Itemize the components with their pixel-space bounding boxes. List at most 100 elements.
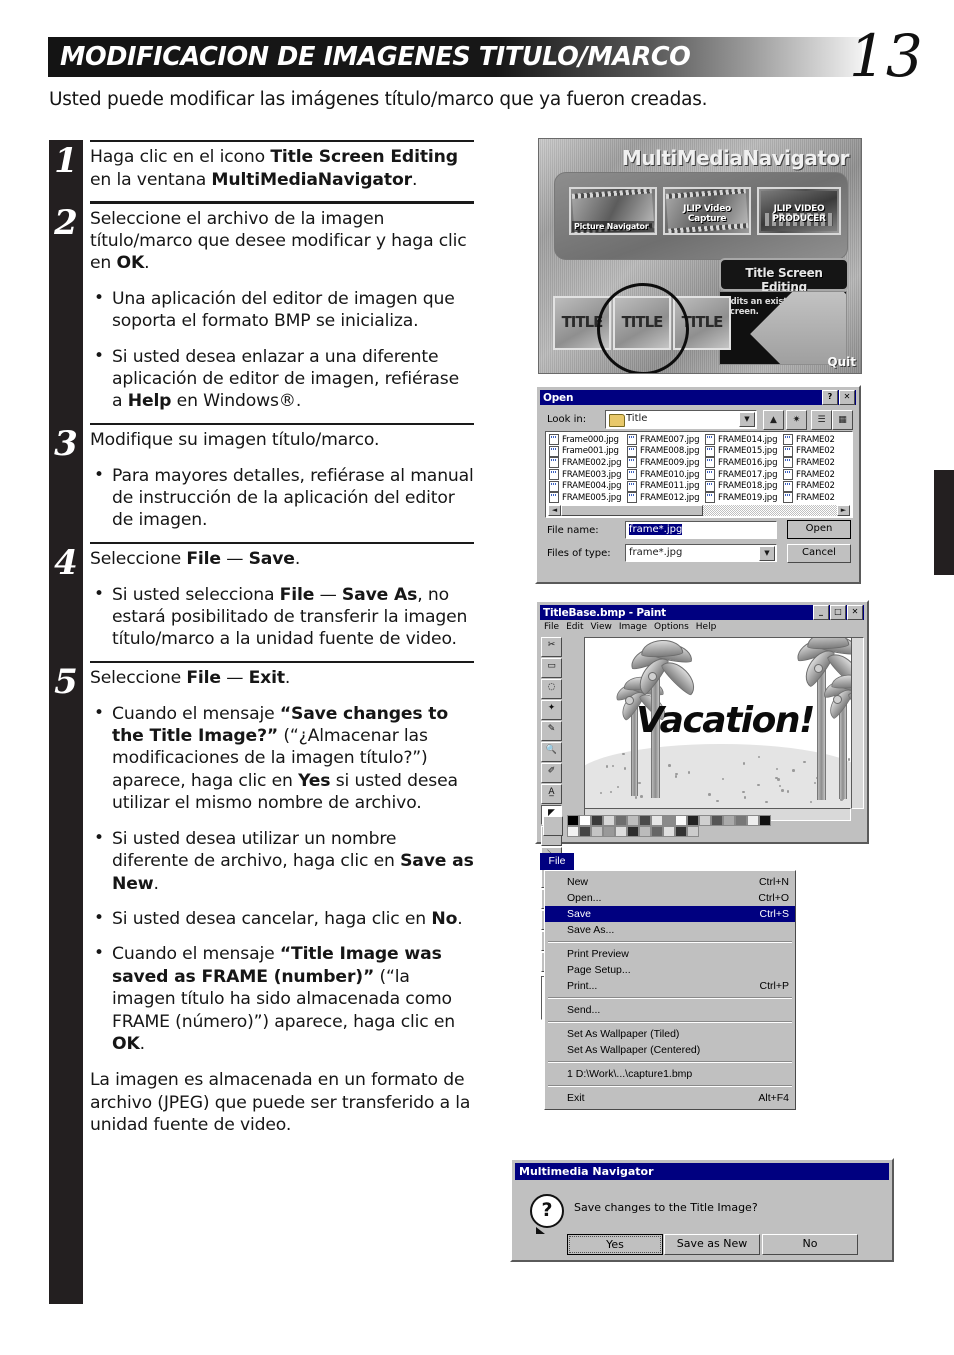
palette-swatch-25[interactable]: [663, 826, 675, 837]
palette-swatch-6[interactable]: [639, 815, 651, 826]
mmn-tile-picture-navigator[interactable]: Picture Navigator: [569, 187, 657, 235]
palette-swatch-4[interactable]: [615, 815, 627, 826]
palette-swatch-14[interactable]: [735, 815, 747, 826]
file-list-item[interactable]: FRAME02: [783, 469, 849, 481]
scroll-left-icon[interactable]: ◄: [548, 505, 561, 516]
file-name-input[interactable]: frame*.jpg: [625, 521, 777, 539]
paint-menu-file[interactable]: File: [544, 622, 559, 634]
file-list-item[interactable]: FRAME002.jpg: [549, 457, 627, 469]
paint-menu-view[interactable]: View: [591, 622, 612, 634]
message-box-window[interactable]: Multimedia Navigator ? Save changes to t…: [510, 1158, 894, 1262]
file-menu-item[interactable]: 1 D:\Work\...\capture1.bmp: [545, 1066, 795, 1082]
yes-button[interactable]: Yes: [567, 1234, 663, 1255]
file-list-item[interactable]: Frame000.jpg: [549, 434, 627, 446]
palette-swatch-2[interactable]: [591, 815, 603, 826]
paint-menu-edit[interactable]: Edit: [566, 622, 583, 634]
color-palette[interactable]: [543, 815, 777, 837]
palette-swatch-0[interactable]: [567, 815, 579, 826]
close-icon[interactable]: ✕: [839, 390, 855, 405]
open-dialog-window[interactable]: Open ? ✕ Look in: Title ▼ ▲ ✷ ☰ ▦ Frame0…: [535, 385, 861, 584]
look-in-combobox[interactable]: Title ▼: [605, 410, 757, 429]
file-menu-item[interactable]: Print Preview: [545, 946, 795, 962]
open-button[interactable]: Open: [787, 520, 851, 539]
cancel-button[interactable]: Cancel: [787, 544, 851, 563]
palette-swatch-10[interactable]: [687, 815, 699, 826]
paint-tool-0[interactable]: ✂: [541, 637, 562, 657]
new-folder-icon[interactable]: ✷: [786, 410, 807, 430]
palette-swatch-15[interactable]: [747, 815, 759, 826]
file-list-item[interactable]: FRAME012.jpg: [627, 492, 705, 504]
close-icon[interactable]: ✕: [847, 605, 863, 620]
paint-toolbox[interactable]: ✂▭◌✦✎🔍✐A̲◤A＼∿▭▱▢◯: [541, 637, 581, 807]
details-view-icon[interactable]: ▦: [832, 410, 853, 430]
file-list-item[interactable]: FRAME02: [783, 480, 849, 492]
palette-swatch-9[interactable]: [675, 815, 687, 826]
chevron-down-icon[interactable]: ▼: [739, 412, 755, 427]
palette-swatch-8[interactable]: [663, 815, 675, 826]
file-menu-item[interactable]: New Ctrl+N: [545, 874, 795, 890]
file-menu-item[interactable]: Set As Wallpaper (Tiled): [545, 1026, 795, 1042]
file-list-item[interactable]: FRAME010.jpg: [627, 469, 705, 481]
palette-swatch-18[interactable]: [579, 826, 591, 837]
palette-swatch-12[interactable]: [711, 815, 723, 826]
paint-tool-4[interactable]: ✎: [541, 721, 562, 741]
palette-swatch-17[interactable]: [567, 826, 579, 837]
file-menu-item[interactable]: Save As...: [545, 922, 795, 938]
palette-swatch-27[interactable]: [687, 826, 699, 837]
file-list-item[interactable]: FRAME003.jpg: [549, 469, 627, 481]
scroll-track[interactable]: [703, 505, 837, 516]
file-list-item[interactable]: FRAME009.jpg: [627, 457, 705, 469]
file-menu-item[interactable]: Send...: [545, 1002, 795, 1018]
paint-tool-7[interactable]: A̲: [541, 784, 562, 804]
palette-swatch-21[interactable]: [615, 826, 627, 837]
paint-tool-5[interactable]: 🔍: [541, 742, 562, 762]
file-menu-items[interactable]: New Ctrl+N Open... Ctrl+O Save Ctrl+S Save As.…: [544, 870, 796, 1110]
file-menu-item[interactable]: Exit Alt+F4: [545, 1090, 795, 1106]
file-list-item[interactable]: FRAME017.jpg: [705, 469, 783, 481]
file-list-item[interactable]: FRAME007.jpg: [627, 434, 705, 446]
palette-swatch-22[interactable]: [627, 826, 639, 837]
file-list-item[interactable]: FRAME02: [783, 492, 849, 504]
paint-menubar[interactable]: File Edit View Image Options Help: [540, 622, 716, 634]
file-list-item[interactable]: FRAME018.jpg: [705, 480, 783, 492]
quit-button[interactable]: Quit: [827, 355, 856, 369]
mmn-tile-jlip-video-producer[interactable]: JLIP VIDEO PRODUCER: [757, 187, 841, 235]
palette-swatch-7[interactable]: [651, 815, 663, 826]
files-of-type-select[interactable]: frame*.jpg ▼: [625, 544, 777, 562]
maximize-icon[interactable]: □: [830, 605, 846, 620]
file-list-item[interactable]: FRAME004.jpg: [549, 480, 627, 492]
palette-swatches[interactable]: [567, 815, 777, 837]
minimize-icon[interactable]: _: [813, 605, 829, 620]
paint-canvas[interactable]: Vacation!: [584, 637, 857, 808]
chevron-down-icon[interactable]: ▼: [759, 546, 775, 561]
file-list-item[interactable]: FRAME02: [783, 434, 849, 446]
mmn-tile-jlip-video-capture[interactable]: JLIP Video Capture: [663, 187, 751, 235]
paint-menu-options[interactable]: Options: [654, 622, 689, 634]
paint-tool-2[interactable]: ◌: [541, 679, 562, 699]
palette-swatch-24[interactable]: [651, 826, 663, 837]
scroll-thumb[interactable]: [561, 505, 703, 516]
paint-tool-3[interactable]: ✦: [541, 700, 562, 720]
file-list-item[interactable]: Frame001.jpg: [549, 446, 627, 458]
palette-swatch-11[interactable]: [699, 815, 711, 826]
palette-swatch-1[interactable]: [579, 815, 591, 826]
paint-menu-image[interactable]: Image: [619, 622, 647, 634]
canvas-vscrollbar[interactable]: [851, 637, 864, 809]
multimedianavigator-window[interactable]: MultiMediaNavigator Picture Navigator JL…: [538, 138, 862, 374]
save-as-new-button[interactable]: Save as New: [664, 1234, 760, 1255]
file-list-item[interactable]: FRAME02: [783, 457, 849, 469]
file-list-item[interactable]: FRAME008.jpg: [627, 446, 705, 458]
file-list-item[interactable]: FRAME019.jpg: [705, 492, 783, 504]
palette-swatch-3[interactable]: [603, 815, 615, 826]
file-list-item[interactable]: FRAME016.jpg: [705, 457, 783, 469]
file-menu-item[interactable]: Save Ctrl+S: [545, 906, 795, 922]
help-icon[interactable]: ?: [822, 390, 838, 405]
palette-swatch-16[interactable]: [759, 815, 771, 826]
list-view-icon[interactable]: ☰: [811, 410, 832, 430]
no-button[interactable]: No: [762, 1234, 858, 1255]
palette-swatch-20[interactable]: [603, 826, 615, 837]
scroll-right-icon[interactable]: ►: [837, 505, 850, 516]
up-one-level-icon[interactable]: ▲: [763, 410, 784, 430]
palette-swatch-26[interactable]: [675, 826, 687, 837]
paint-tool-6[interactable]: ✐: [541, 763, 562, 783]
